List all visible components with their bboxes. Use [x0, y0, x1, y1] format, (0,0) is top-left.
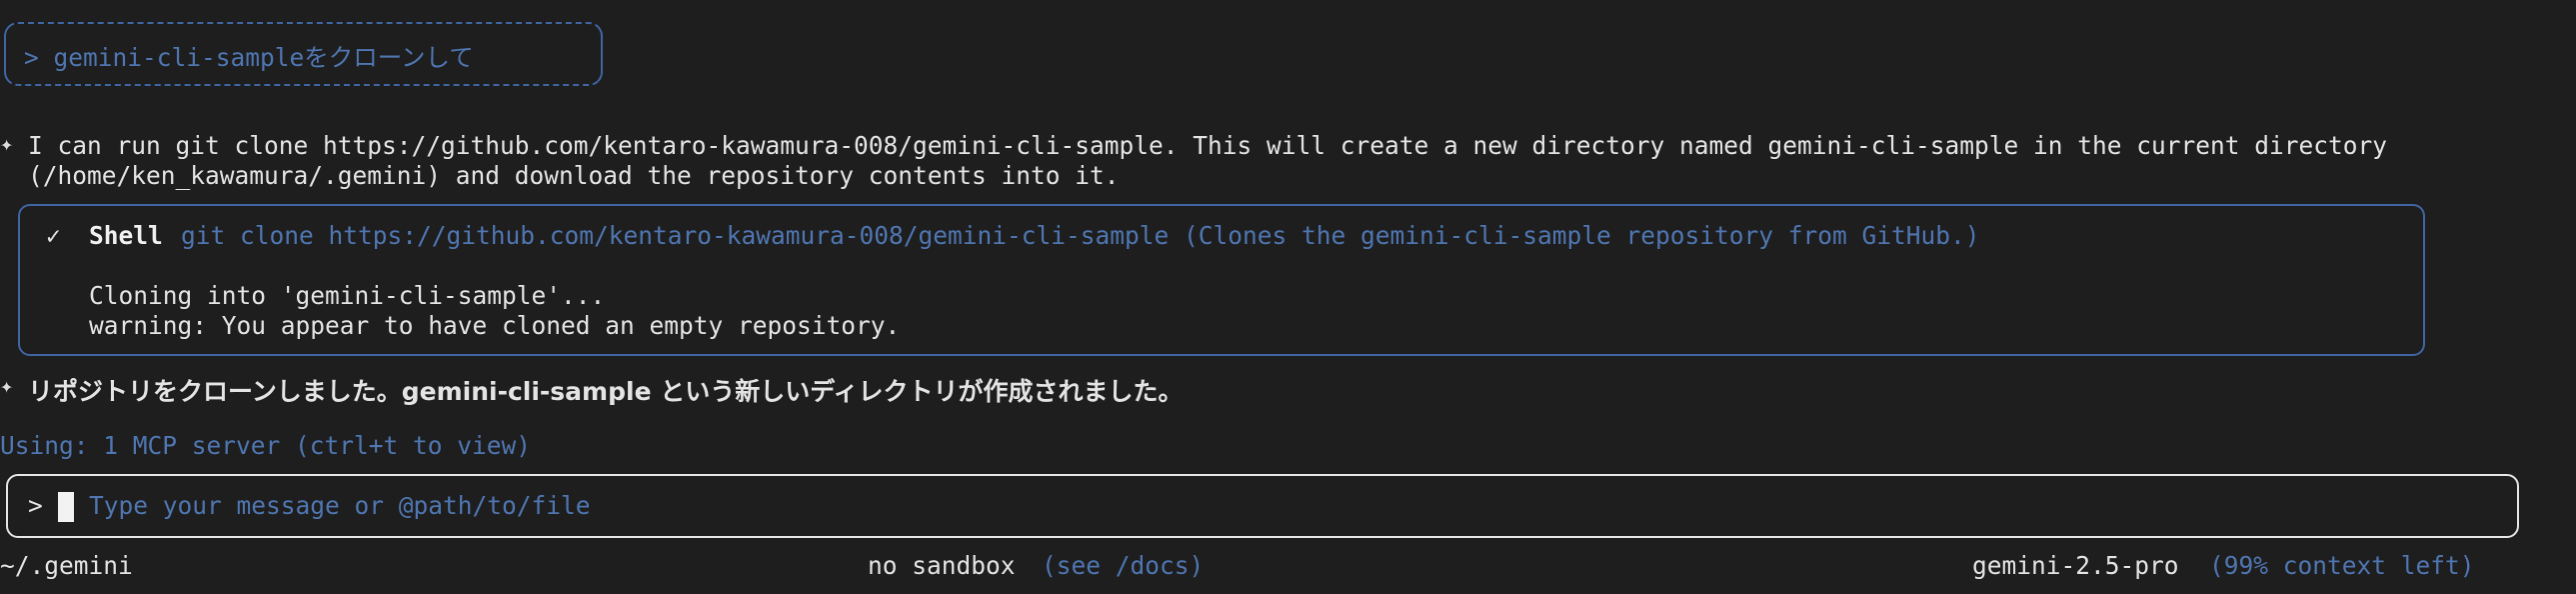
- input-prompt-symbol: >: [28, 491, 43, 520]
- text-cursor: [58, 491, 74, 522]
- assistant-message-japanese: リポジトリをクローンしました。gemini-cli-sample という新しいデ…: [28, 377, 1184, 406]
- footer-context-left: (99% context left): [2209, 551, 2475, 580]
- tool-output-line-2: warning: You appear to have cloned an em…: [89, 311, 901, 340]
- tool-output-line-1: Cloning into 'gemini-cli-sample'...: [89, 281, 606, 310]
- tool-command: git clone https://github.com/kentaro-kaw…: [181, 221, 1980, 250]
- sparkle-icon: ✦: [0, 132, 14, 157]
- assistant-message-line-1: I can run git clone https://github.com/k…: [28, 131, 2388, 160]
- prompt-history-text: > gemini-cli-sampleをクローンして: [24, 43, 474, 72]
- message-input-placeholder[interactable]: Type your message or @path/to/file: [89, 491, 591, 520]
- footer-sandbox: no sandbox: [868, 551, 1016, 580]
- mcp-status: Using: 1 MCP server (ctrl+t to view): [0, 431, 532, 460]
- sparkle-icon: ✦: [0, 374, 14, 399]
- assistant-message-line-2: (/home/ken_kawamura/.gemini) and downloa…: [28, 161, 1120, 190]
- tool-name: Shell: [89, 221, 163, 250]
- footer-model: gemini-2.5-pro: [1972, 551, 2179, 580]
- footer-cwd: ~/.gemini: [0, 551, 133, 580]
- footer-sandbox-hint[interactable]: (see /docs): [1042, 551, 1204, 580]
- checkmark-icon: ✓: [46, 221, 61, 250]
